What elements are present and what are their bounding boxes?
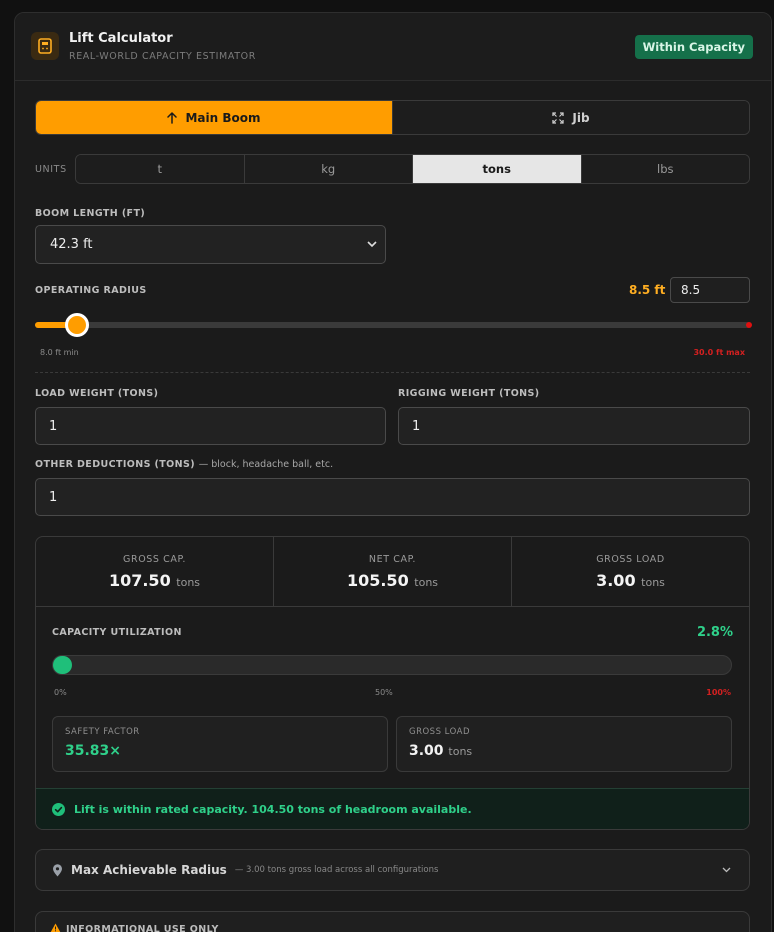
app-subtitle: REAL-WORLD CAPACITY ESTIMATOR: [69, 51, 256, 62]
boom-length-value: 42.3 ft: [50, 237, 93, 252]
stat-value-row: 107.50 tons: [109, 571, 200, 590]
stat-value-row: 105.50 tons: [347, 571, 438, 590]
utilization-bar: [52, 655, 732, 675]
informational-notice: INFORMATIONAL USE ONLY: [35, 911, 750, 932]
lift-calculator-card: Lift Calculator REAL-WORLD CAPACITY ESTI…: [14, 12, 772, 932]
radius-display: 8.5 ft: [629, 283, 666, 297]
tab-main-boom-label: Main Boom: [185, 110, 261, 125]
stat-value-row: 3.00 tons: [596, 571, 665, 590]
radius-input[interactable]: 8.5: [670, 277, 750, 303]
safety-factor-card: SAFETY FACTOR 35.83×: [52, 716, 388, 772]
unit-tons-button[interactable]: tons: [412, 155, 581, 183]
mode-tabs: Main Boom Jib: [35, 100, 750, 135]
gross-load-value: 3.00: [409, 743, 444, 759]
load-weight-input[interactable]: 1: [35, 407, 386, 445]
stat-value: 107.50: [108, 570, 171, 590]
header: Lift Calculator REAL-WORLD CAPACITY ESTI…: [15, 13, 771, 81]
check-circle-icon: [52, 802, 65, 816]
rigging-weight-input[interactable]: 1: [398, 407, 750, 445]
boom-length-select[interactable]: 42.3 ft: [35, 225, 386, 264]
informational-title: INFORMATIONAL USE ONLY: [66, 924, 219, 932]
warning-icon: [50, 923, 61, 932]
gross-load-label: GROSS LOAD: [409, 727, 471, 737]
operating-radius-label: OPERATING RADIUS: [35, 285, 147, 296]
slider-max-label: 30.0 ft max: [693, 348, 745, 357]
stat-unit: tons: [414, 575, 439, 589]
utilization-scale-min: 0%: [54, 688, 67, 697]
utilization-percent: 2.8%: [696, 625, 733, 640]
max-radius-title: Max Achievable Radius: [71, 863, 227, 877]
stat-gross-load: GROSS LOAD 3.00 tons: [511, 537, 749, 606]
unit-kg-button[interactable]: kg: [243, 155, 412, 183]
chevron-down-icon: [722, 867, 731, 873]
utilization-scale-max: 100%: [706, 688, 731, 697]
stat-net-capacity: NET CAP. 105.50 tons: [273, 537, 511, 606]
tab-jib[interactable]: Jib: [392, 101, 749, 134]
utilization-scale-mid: 50%: [375, 688, 393, 697]
stat-label: GROSS CAP.: [123, 553, 186, 565]
stat-unit: tons: [641, 575, 665, 589]
chevron-down-icon: [367, 241, 377, 248]
safety-factor-label: SAFETY FACTOR: [65, 727, 140, 737]
other-deductions-title: OTHER DEDUCTIONS (TONS): [35, 459, 195, 470]
stats-row: GROSS CAP. 107.50 tons NET CAP. 105.50 t…: [36, 537, 749, 607]
divider: [35, 372, 750, 373]
status-badge: Within Capacity: [634, 35, 753, 59]
other-deductions-input[interactable]: 1: [35, 478, 750, 516]
calculator-icon: [31, 32, 59, 60]
stat-unit: tons: [176, 575, 201, 589]
slider-track: [35, 322, 750, 328]
radius-slider[interactable]: [35, 313, 752, 337]
slider-thumb[interactable]: [65, 313, 90, 337]
stat-label: GROSS LOAD: [596, 553, 665, 565]
expand-icon: [552, 111, 565, 124]
arrow-up-icon: [167, 111, 178, 124]
map-pin-icon: [53, 863, 62, 876]
slider-min-label: 8.0 ft min: [40, 348, 79, 357]
alert-text: Lift is within rated capacity. 104.50 to…: [74, 802, 472, 816]
stat-value: 3.00: [596, 570, 636, 590]
boom-length-label: BOOM LENGTH (FT): [35, 208, 146, 219]
app-title: Lift Calculator: [69, 31, 173, 46]
unit-lbs-button[interactable]: lbs: [580, 155, 749, 183]
results-panel: GROSS CAP. 107.50 tons NET CAP. 105.50 t…: [35, 536, 750, 830]
capacity-alert: Lift is within rated capacity. 104.50 to…: [36, 788, 749, 829]
safety-factor-value: 35.83×: [65, 743, 122, 759]
gross-load-unit: tons: [448, 745, 473, 758]
stat-value: 105.50: [346, 570, 409, 590]
utilization-label: CAPACITY UTILIZATION: [52, 627, 182, 638]
max-radius-subtitle: — 3.00 tons gross load across all config…: [234, 865, 439, 875]
unit-t-button[interactable]: t: [76, 155, 244, 183]
tab-jib-label: Jib: [572, 110, 590, 125]
other-deductions-label: OTHER DEDUCTIONS (TONS) — block, headach…: [35, 459, 333, 470]
stat-gross-capacity: GROSS CAP. 107.50 tons: [36, 537, 273, 606]
max-radius-accordion[interactable]: Max Achievable Radius — 3.00 tons gross …: [35, 849, 750, 891]
slider-max-marker: [746, 322, 752, 328]
gross-load-value-row: 3.00 tons: [409, 743, 719, 759]
units-label: UNITS: [35, 164, 67, 175]
stat-label: NET CAP.: [368, 553, 417, 565]
units-selector: t kg tons lbs: [75, 154, 750, 184]
utilization-fill: [53, 656, 72, 674]
other-deductions-note: — block, headache ball, etc.: [198, 459, 334, 470]
load-weight-label: LOAD WEIGHT (TONS): [35, 388, 159, 399]
tab-main-boom[interactable]: Main Boom: [36, 101, 392, 134]
gross-load-card: GROSS LOAD 3.00 tons: [396, 716, 732, 772]
rigging-weight-label: RIGGING WEIGHT (TONS): [398, 388, 540, 399]
